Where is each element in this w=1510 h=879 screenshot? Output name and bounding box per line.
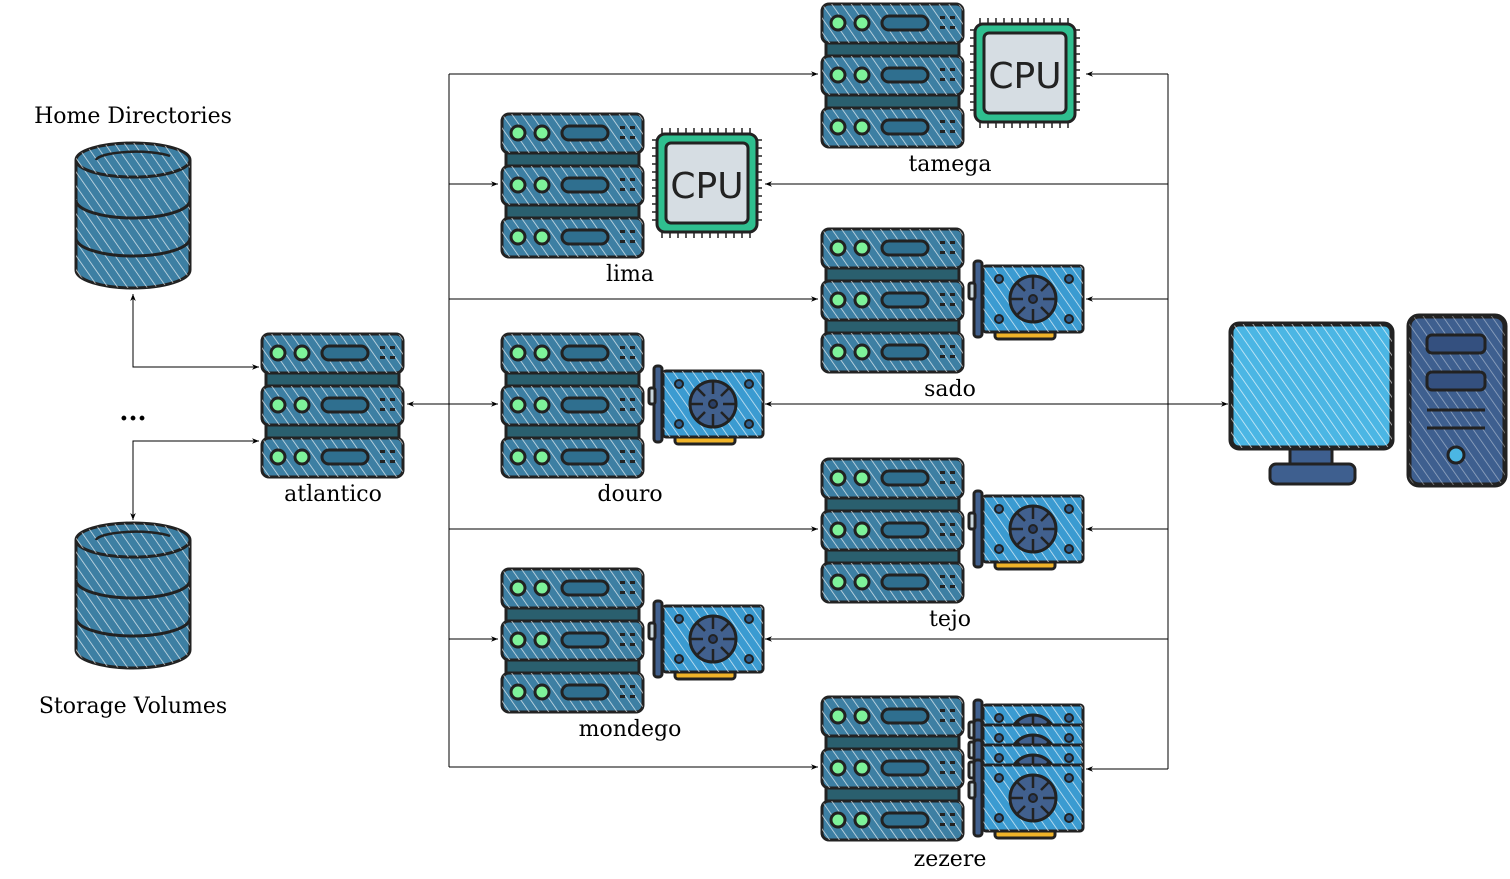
tamega-server-icon [822, 4, 963, 147]
lima-cpu-icon: CPU [650, 126, 764, 240]
home-directories-database-icon [74, 141, 192, 290]
svg-text:CPU: CPU [988, 56, 1061, 97]
mondego-gpu-icon [647, 599, 765, 681]
desktop-computer-icon [1228, 313, 1508, 488]
lima-server-icon [502, 114, 643, 257]
douro-server-icon [502, 334, 643, 477]
sado-server-icon [822, 229, 963, 372]
tamega-label: tamega [908, 152, 991, 177]
ellipsis-label: ... [119, 397, 146, 427]
lima-label: lima [606, 262, 654, 287]
mondego-server-icon [502, 569, 643, 712]
tamega-cpu-icon: CPU [968, 16, 1082, 130]
douro-label: douro [597, 482, 662, 507]
atlantico-label: atlantico [284, 482, 382, 507]
storage-volumes-label: Storage Volumes [39, 694, 227, 719]
tejo-label: tejo [929, 607, 971, 632]
storage-volumes-database-icon [74, 521, 192, 670]
zezere-label: zezere [914, 847, 987, 872]
douro-gpu-icon [647, 364, 765, 446]
tejo-server-icon [822, 459, 963, 602]
home-directories-label: Home Directories [34, 104, 232, 129]
cluster-diagram: Home Directories ... Storage Volumes atl… [34, 0, 1508, 872]
sado-label: sado [924, 377, 976, 402]
svg-text:CPU: CPU [670, 166, 743, 207]
zezere-gpu-stack-icon [967, 698, 1085, 840]
atlantico-server-icon [262, 334, 403, 477]
mondego-label: mondego [579, 717, 682, 742]
zezere-server-icon [822, 697, 963, 840]
tejo-gpu-icon [967, 489, 1085, 571]
sado-gpu-icon [967, 259, 1085, 341]
